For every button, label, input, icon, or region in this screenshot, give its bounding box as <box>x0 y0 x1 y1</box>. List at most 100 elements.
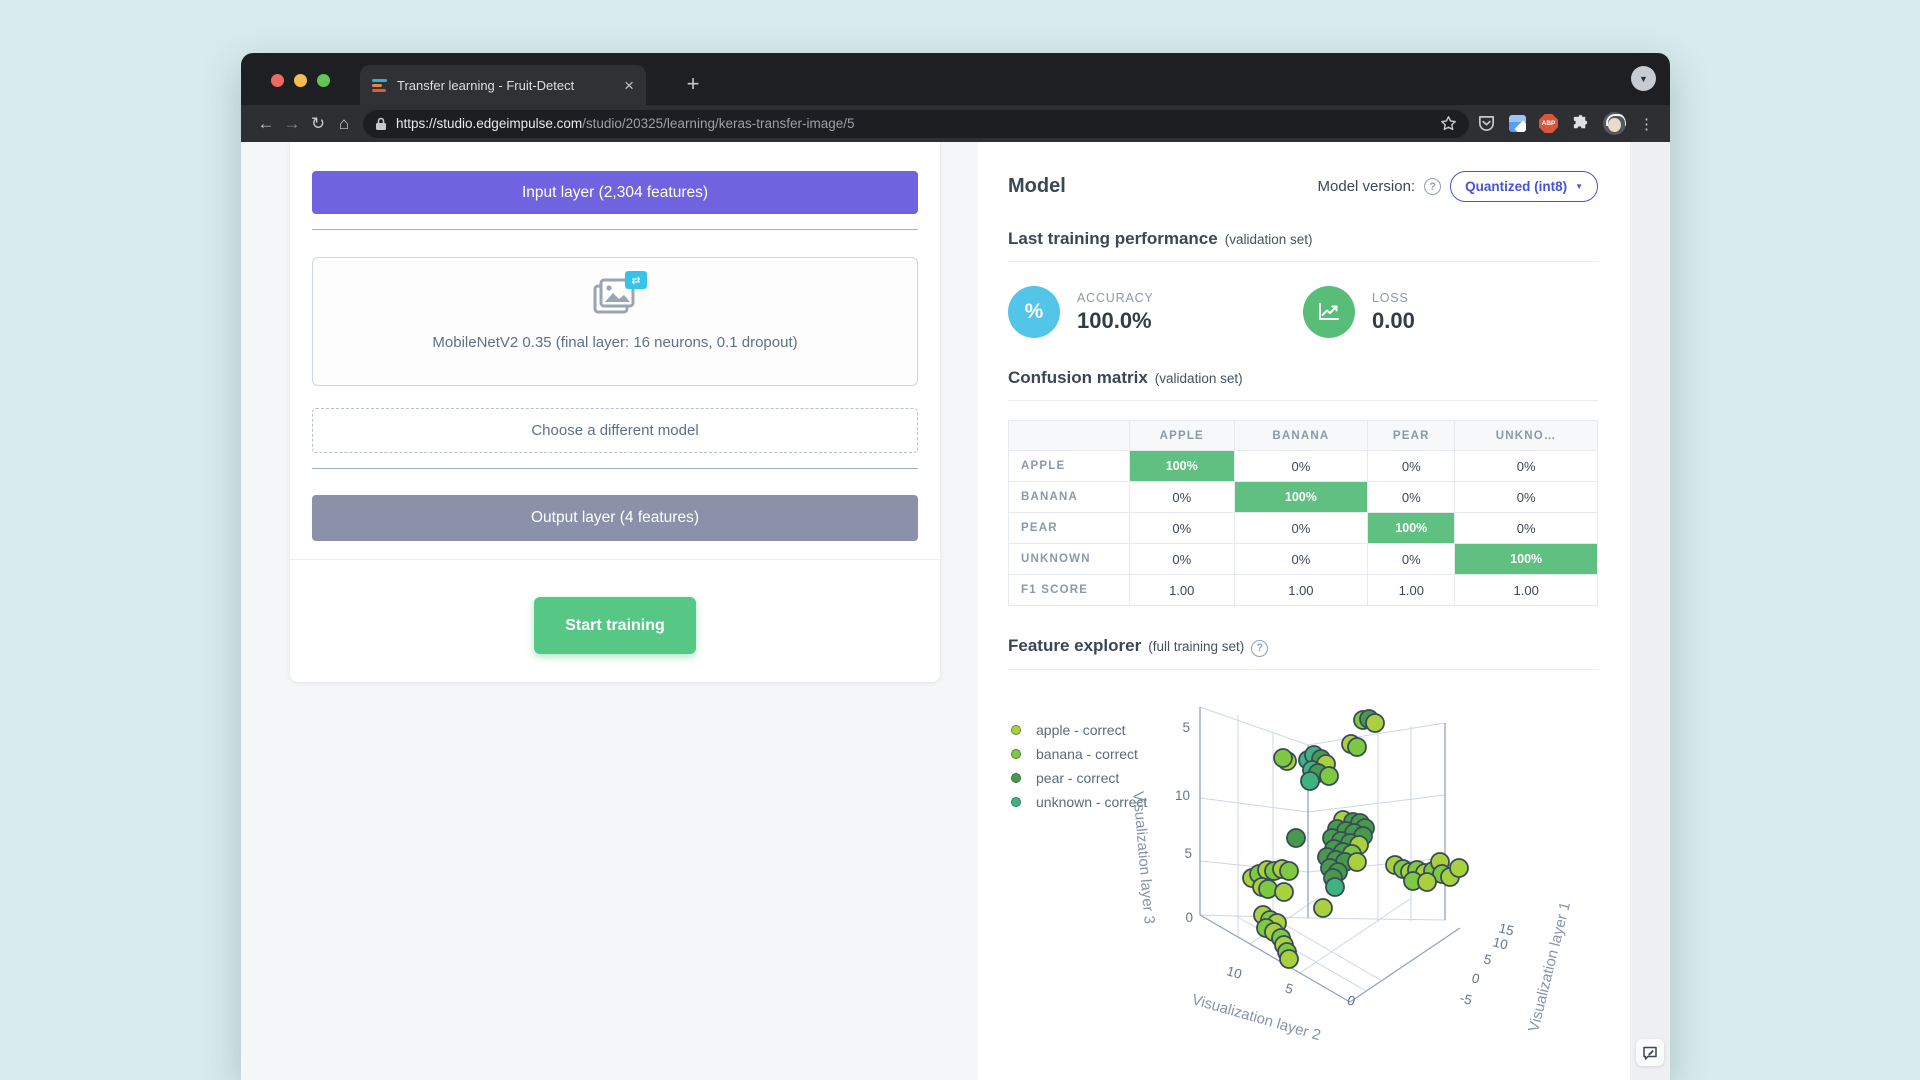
data-point[interactable] <box>1348 853 1366 871</box>
data-point[interactable] <box>1418 873 1436 891</box>
extension-icon[interactable] <box>1509 115 1526 132</box>
legend-label: pear - correct <box>1036 770 1119 786</box>
tab-close-icon[interactable]: × <box>624 77 634 94</box>
data-point[interactable] <box>1280 862 1298 880</box>
layer-connector <box>312 468 918 469</box>
confusion-cell: 0% <box>1368 451 1455 482</box>
svg-text:5: 5 <box>1184 846 1192 861</box>
svg-text:5: 5 <box>1482 951 1493 967</box>
profile-avatar[interactable] <box>1603 112 1626 135</box>
browser-menu-icon[interactable]: ⋮ <box>1639 115 1654 133</box>
confusion-cell: 100% <box>1455 544 1598 575</box>
home-icon[interactable]: ⌂ <box>331 115 357 132</box>
data-point[interactable] <box>1287 829 1305 847</box>
choose-different-model-button[interactable]: Choose a different model <box>312 408 918 453</box>
card-footer: Start training <box>290 559 940 682</box>
feature-explorer-help-icon[interactable]: ? <box>1251 640 1268 657</box>
edge-impulse-favicon <box>372 77 388 93</box>
browser-tab[interactable]: Transfer learning - Fruit-Detect × <box>360 65 646 105</box>
feature-explorer-plot[interactable]: apple - correct banana - correct pear - co… <box>978 700 1630 1080</box>
forward-icon[interactable]: → <box>279 115 305 132</box>
scatter-points <box>1243 710 1468 968</box>
confusion-cell: 1.00 <box>1130 575 1235 606</box>
legend-marker-icon <box>1011 725 1021 735</box>
confusion-matrix-table: APPLEBANANAPEARUNKNO…APPLE100%0%0%0%BANA… <box>1008 420 1598 606</box>
data-point[interactable] <box>1301 772 1319 790</box>
legend-marker-icon <box>1011 797 1021 807</box>
bookmark-star-icon[interactable] <box>1440 115 1457 132</box>
image-model-icon: ⇄ <box>592 278 638 318</box>
minimize-window-button[interactable] <box>294 74 307 87</box>
browser-tab-bar: Transfer learning - Fruit-Detect × + ▼ <box>241 53 1670 105</box>
confusion-row: UNKNOWN0%0%0%100% <box>1009 544 1598 575</box>
pocket-icon[interactable] <box>1477 114 1496 133</box>
scatter-3d-plot[interactable]: 5 10 5 0 10 5 0 15 10 5 0 -5 Vi <box>1130 700 1620 1080</box>
feature-explorer-heading: Feature explorer (full training set) ? <box>1008 636 1598 657</box>
layer-connector <box>312 229 918 230</box>
svg-text:0: 0 <box>1185 910 1193 925</box>
window-controls <box>271 74 330 87</box>
model-version-label: Model version: <box>1318 178 1416 195</box>
confusion-cell: 1.00 <box>1455 575 1598 606</box>
lock-icon <box>375 117 387 131</box>
data-point[interactable] <box>1326 878 1344 896</box>
confusion-cell: 0% <box>1455 482 1598 513</box>
input-layer-block[interactable]: Input layer (2,304 features) <box>312 171 918 214</box>
confusion-cell: 0% <box>1234 451 1368 482</box>
data-point[interactable] <box>1275 883 1293 901</box>
data-point[interactable] <box>1314 899 1332 917</box>
data-point[interactable] <box>1348 738 1366 756</box>
legend-item[interactable]: banana - correct <box>1011 746 1147 762</box>
loss-chart-icon <box>1303 286 1355 338</box>
adblock-plus-icon[interactable]: ABP <box>1539 114 1558 133</box>
feedback-button[interactable] <box>1636 1039 1664 1066</box>
feedback-pencil-icon <box>1642 1045 1658 1061</box>
model-version-help-icon[interactable]: ? <box>1424 178 1441 195</box>
model-version-dropdown[interactable]: Quantized (int8) ▼ <box>1450 171 1598 202</box>
output-layer-block[interactable]: Output layer (4 features) <box>312 495 918 541</box>
chevron-down-icon: ▼ <box>1575 182 1583 191</box>
new-tab-button[interactable]: + <box>679 70 707 98</box>
address-bar[interactable]: https://studio.edgeimpulse.com/studio/20… <box>363 110 1469 138</box>
confusion-row: F1 SCORE1.001.001.001.00 <box>1009 575 1598 606</box>
start-training-button[interactable]: Start training <box>534 597 696 654</box>
confusion-cell: 0% <box>1455 451 1598 482</box>
extensions-puzzle-icon[interactable] <box>1571 114 1590 133</box>
data-point[interactable] <box>1366 714 1384 732</box>
svg-text:0: 0 <box>1346 992 1357 1008</box>
confusion-row-label: F1 SCORE <box>1009 575 1130 606</box>
close-window-button[interactable] <box>271 74 284 87</box>
data-point[interactable] <box>1320 767 1338 785</box>
confusion-column-header: PEAR <box>1368 421 1455 451</box>
legend-marker-icon <box>1011 773 1021 783</box>
architecture-card: Input layer (2,304 features) ⇄ <box>290 142 940 682</box>
data-point[interactable] <box>1259 880 1277 898</box>
page-content: Input layer (2,304 features) ⇄ <box>241 142 1670 1080</box>
confusion-cell: 0% <box>1455 513 1598 544</box>
zoom-window-button[interactable] <box>317 74 330 87</box>
performance-metrics: % ACCURACY 100.0% LO <box>1008 286 1598 338</box>
svg-text:10: 10 <box>1175 788 1190 803</box>
data-point[interactable] <box>1280 950 1298 968</box>
legend-item[interactable]: pear - correct <box>1011 770 1147 786</box>
performance-heading: Last training performance (validation se… <box>1008 229 1598 249</box>
legend-item[interactable]: unknown - correct <box>1011 794 1147 810</box>
transfer-model-block[interactable]: ⇄ MobileNetV2 0.35 (final layer: 16 neur… <box>312 257 918 386</box>
model-panel-title: Model <box>1008 175 1066 198</box>
data-point[interactable] <box>1450 859 1468 877</box>
chrome-caret-button[interactable]: ▼ <box>1631 66 1656 91</box>
svg-text:10: 10 <box>1491 934 1509 952</box>
legend-item[interactable]: apple - correct <box>1011 722 1147 738</box>
reload-icon[interactable]: ↻ <box>305 115 331 132</box>
confusion-cell: 0% <box>1234 513 1368 544</box>
svg-text:5: 5 <box>1284 980 1295 996</box>
confusion-cell: 0% <box>1130 513 1235 544</box>
swap-icon: ⇄ <box>625 271 647 289</box>
back-icon[interactable]: ← <box>253 115 279 132</box>
y-axis-title: Visualization layer 1 <box>1525 900 1574 1033</box>
confusion-row-label: BANANA <box>1009 482 1130 513</box>
confusion-cell: 0% <box>1368 482 1455 513</box>
confusion-row-label: UNKNOWN <box>1009 544 1130 575</box>
data-point[interactable] <box>1274 749 1292 767</box>
browser-toolbar: ← → ↻ ⌂ https://studio.edgeimpulse.com/s… <box>241 105 1670 142</box>
